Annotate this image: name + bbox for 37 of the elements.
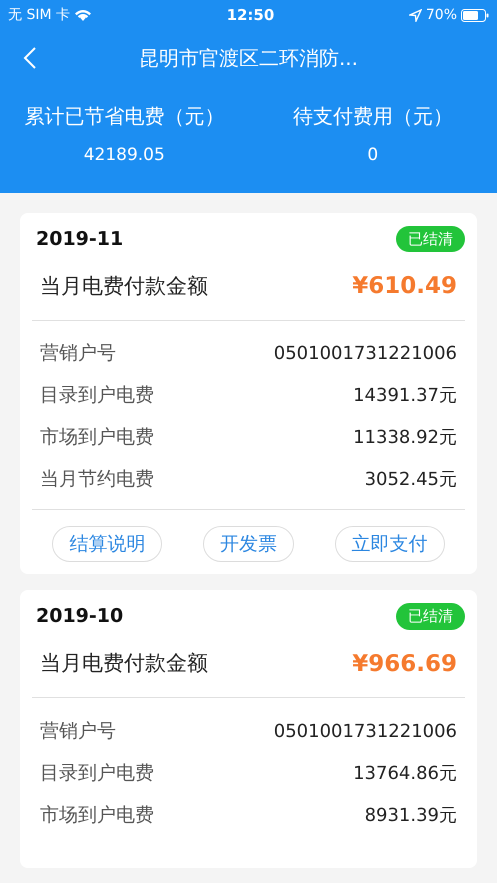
amount-label: 当月电费付款金额: [40, 272, 208, 300]
detail-label: 营销户号: [40, 718, 116, 744]
detail-value: 14391.37元: [353, 384, 457, 408]
detail-label: 市场到户电费: [40, 802, 154, 828]
summary-value: 42189.05: [84, 144, 165, 167]
detail-value: 0501001731221006: [274, 720, 457, 744]
location-arrow-icon: [408, 8, 422, 22]
detail-value: 11338.92元: [353, 426, 457, 450]
clock-text: 12:50: [226, 4, 274, 26]
bill-month: 2019-10: [36, 604, 124, 629]
action-button[interactable]: 开发票: [202, 526, 294, 562]
summary-label: 累计已节省电费（元）: [24, 103, 224, 130]
amount-label: 当月电费付款金额: [40, 650, 208, 677]
battery-percent: 70%: [426, 6, 457, 24]
action-button[interactable]: 立即支付: [334, 526, 445, 562]
amount-value: ¥966.69: [352, 650, 457, 678]
summary-value: 0: [367, 144, 378, 167]
detail-value: 0501001731221006: [274, 342, 457, 366]
detail-value: 8931.39元: [364, 804, 457, 828]
status-badge: 已结清: [396, 603, 465, 630]
detail-label: 营销户号: [40, 341, 116, 366]
page-title: 昆明市官渡区二环消防...: [138, 44, 358, 72]
detail-value: 3052.45元: [364, 468, 457, 492]
amount-value: ¥610.49: [352, 272, 457, 301]
detail-label: 目录到户电费: [40, 760, 154, 786]
carrier-text: 无 SIM 卡: [8, 6, 70, 24]
detail-label: 当月节约电费: [40, 467, 154, 492]
bill-month: 2019-11: [36, 226, 124, 252]
detail-label: 市场到户电费: [40, 425, 154, 450]
status-badge: 已结清: [396, 226, 465, 252]
wifi-icon: [74, 8, 92, 22]
action-button[interactable]: 结算说明: [52, 526, 162, 562]
battery-icon: [461, 8, 489, 22]
summary-label: 待支付费用（元）: [292, 103, 453, 130]
back-chevron-icon: [23, 46, 37, 70]
detail-label: 目录到户电费: [40, 383, 154, 408]
detail-value: 13764.86元: [353, 762, 457, 786]
